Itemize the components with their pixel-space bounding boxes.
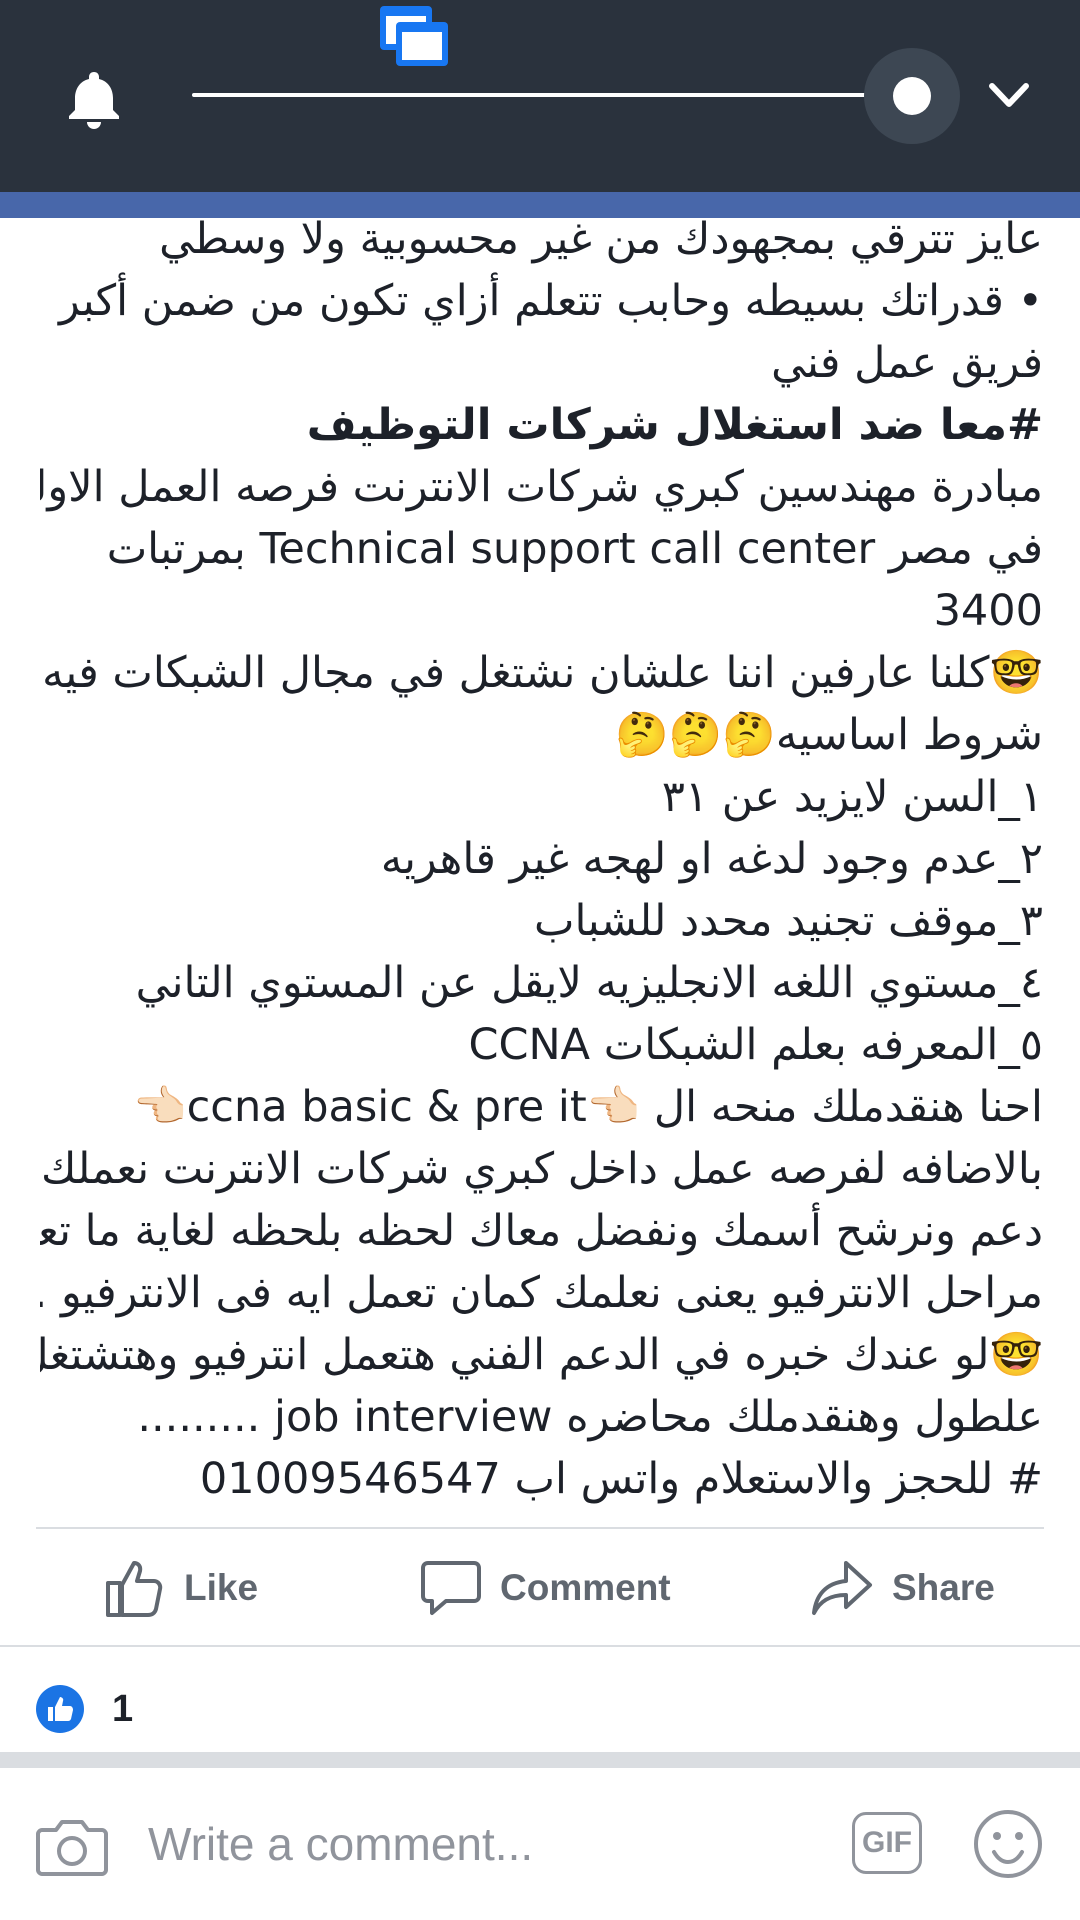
post-line: 🤓لو عندك خبره في الدعم الفني هتعمل انترف… bbox=[40, 1330, 1043, 1380]
share-button[interactable]: Share bbox=[810, 1552, 995, 1624]
post-line: ٤_مستوي اللغه الانجليزيه لايقل عن المستو… bbox=[135, 958, 1043, 1008]
gif-label: GIF bbox=[862, 1826, 912, 1859]
post-line: ١_السن لايزيد عن ٣١ bbox=[661, 772, 1043, 822]
like-thumb-icon bbox=[106, 1561, 163, 1617]
post-line: • قدراتك بسيطه وحابب تتعلم أزاي تكون من … bbox=[58, 276, 1043, 326]
comment-composer: GIF bbox=[0, 1768, 1080, 1920]
notification-bell-icon[interactable] bbox=[62, 66, 126, 130]
app-window-icon[interactable] bbox=[378, 4, 452, 72]
brightness-slider-track[interactable] bbox=[192, 93, 912, 97]
comment-bubble-icon bbox=[421, 1561, 481, 1615]
camera-icon[interactable] bbox=[36, 1814, 108, 1878]
like-label: Like bbox=[184, 1567, 259, 1608]
divider bbox=[0, 1645, 1080, 1647]
post-line: 🤓كلنا عارفين اننا علشان نشتغل في مجال ال… bbox=[42, 648, 1043, 698]
smiley-icon[interactable] bbox=[972, 1808, 1044, 1880]
post-line: ٣_موقف تجنيد محدد للشباب bbox=[534, 896, 1043, 946]
post-line: ٥_المعرفه بعلم الشبكات CCNA bbox=[468, 1020, 1043, 1070]
gif-button[interactable]: GIF bbox=[852, 1812, 922, 1874]
post-line: فريق عمل فني bbox=[771, 338, 1043, 388]
post-line: بالاضافه لفرصه عمل داخل كبري شركات الانت… bbox=[41, 1144, 1043, 1194]
post-line: 3400 bbox=[933, 586, 1043, 636]
share-label: Share bbox=[892, 1567, 995, 1608]
share-arrow-icon bbox=[812, 1561, 872, 1615]
post-line: مبادرة مهندسين كبري شركات الانترنت فرصه … bbox=[40, 462, 1043, 512]
like-reaction-icon bbox=[36, 1685, 84, 1733]
like-button[interactable]: Like bbox=[104, 1552, 258, 1624]
post-line: مراحل الانترفيو يعنى نعلمك كمان تعمل ايه… bbox=[40, 1268, 1043, 1318]
comment-input[interactable] bbox=[148, 1812, 788, 1876]
post-line: # للحجز والاستعلام واتس اب 01009546547 bbox=[199, 1454, 1043, 1504]
reactions-summary[interactable]: 1 bbox=[36, 1684, 133, 1734]
hashtag-line[interactable]: #معا ضد استغلال شركات التوظيف bbox=[40, 394, 1043, 456]
post-line: احنا هنقدملك منحه ال 👈🏻ccna basic & pre … bbox=[133, 1082, 1043, 1132]
post-line: علطول وهنقدملك محاضره job interview ....… bbox=[137, 1392, 1043, 1442]
brightness-slider-knob[interactable] bbox=[893, 77, 931, 115]
post-text: عايز تترقي بمجهودك من غير محسوبية ولا وس… bbox=[40, 210, 1043, 1510]
reaction-count: 1 bbox=[112, 1687, 134, 1730]
post-line: شروط اساسيه🤔🤔🤔 bbox=[615, 710, 1043, 760]
comment-button[interactable]: Comment bbox=[420, 1552, 671, 1624]
post-line: دعم ونرشح أسمك ونفضل معاك لحظه بلحظه لغا… bbox=[40, 1206, 1043, 1256]
top-bar bbox=[0, 0, 1080, 192]
chevron-down-icon[interactable] bbox=[986, 78, 1032, 114]
section-separator bbox=[0, 1752, 1080, 1768]
divider bbox=[36, 1527, 1044, 1529]
post-line: في مصر Technical support call center بمر… bbox=[106, 524, 1043, 574]
post-line: عايز تترقي بمجهودك من غير محسوبية ولا وس… bbox=[159, 214, 1043, 264]
comment-label: Comment bbox=[500, 1567, 671, 1608]
post-line: ٢_عدم وجود لدغه او لهجه غير قاهريه bbox=[380, 834, 1043, 884]
